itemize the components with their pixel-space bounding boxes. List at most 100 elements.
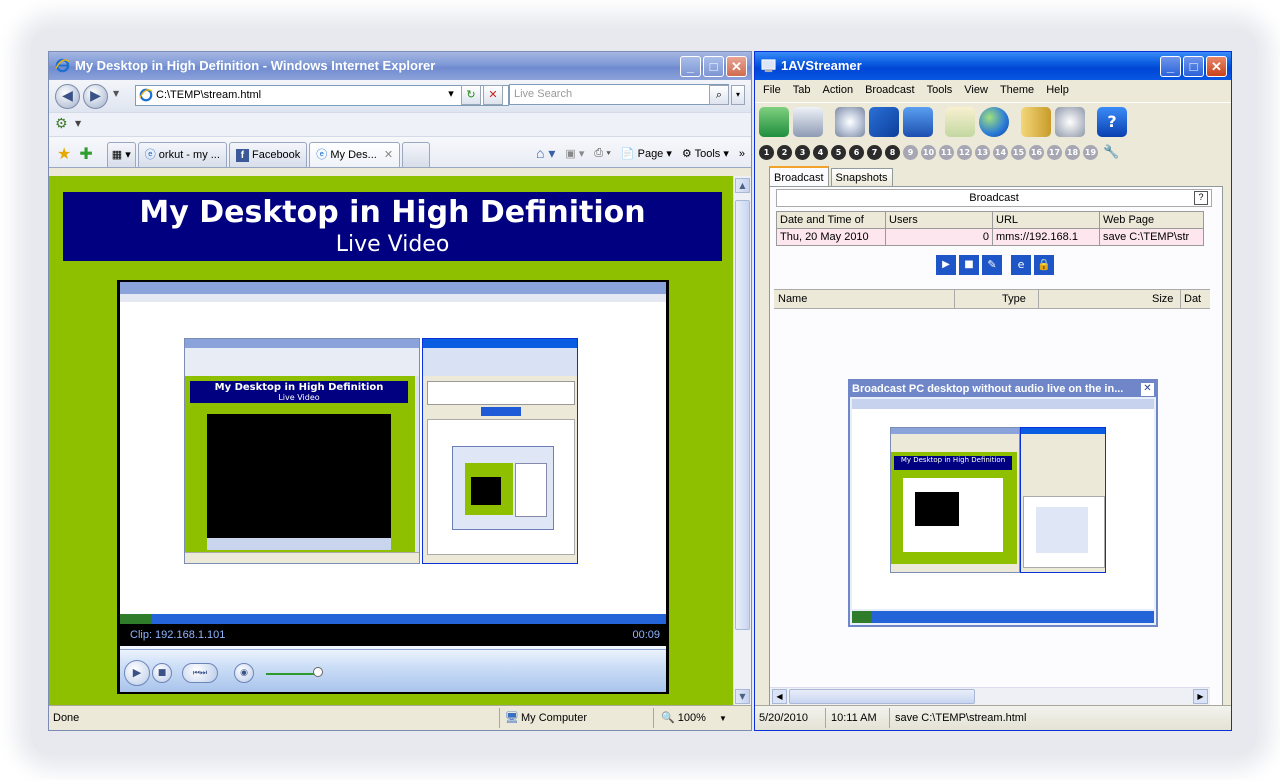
settings-gear-icon[interactable] [1055,106,1085,137]
book-icon[interactable] [1021,106,1051,137]
tab-snapshots[interactable]: Snapshots [830,168,893,186]
forward-button[interactable]: ▶ [83,84,108,109]
email-icon[interactable] [945,106,975,137]
maximize-button[interactable]: □ [1183,56,1204,77]
wrench-icon[interactable]: 🔧 [1103,145,1119,160]
page-menu[interactable]: 📄 Page ▾ [621,147,672,160]
search-options-icon[interactable]: ▾ [731,85,745,105]
quick-tabs-button[interactable]: ▦ ▾ [106,142,136,167]
source-17-icon[interactable]: 17 [1047,144,1062,160]
source-11-icon[interactable]: 11 [939,144,954,160]
webcam-icon[interactable] [835,106,865,137]
column-header-webpage[interactable]: Web Page [1099,211,1204,229]
column-header-type[interactable]: Type [1002,290,1026,308]
maximize-button[interactable]: □ [703,56,724,77]
chevron-right-icon[interactable]: » [739,148,745,160]
menu-action[interactable]: Action [816,80,859,100]
menu-view[interactable]: View [958,80,994,100]
column-header-size[interactable]: Size [1152,290,1173,308]
configure-icon[interactable]: ✎ [982,255,1002,275]
source-12-icon[interactable]: 12 [957,144,972,160]
preview-window[interactable]: Broadcast PC desktop without audio live … [848,379,1158,627]
column-header-users[interactable]: Users [885,211,993,229]
menu-tab[interactable]: Tab [787,80,817,100]
scroll-left-icon[interactable]: ◀ [772,689,787,704]
column-header-url[interactable]: URL [992,211,1100,229]
zoom-control[interactable]: 🔍 100% ▼ [661,706,727,730]
av-horizontal-scrollbar[interactable]: ◀ ▶ [770,687,1210,705]
source-9-icon[interactable]: 9 [903,144,918,160]
column-header-name[interactable]: Name [778,290,807,308]
refresh-icon[interactable]: ↻ [461,85,481,105]
menu-theme[interactable]: Theme [994,80,1040,100]
source-13-icon[interactable]: 13 [975,144,990,160]
tab-my-desktop[interactable]: ⓔ My Des... ✕ [309,142,401,167]
minimize-button[interactable]: _ [680,56,701,77]
address-dropdown-icon[interactable]: ▾ [441,85,461,105]
play-button[interactable]: ▶ [124,660,150,686]
ie-title-bar[interactable]: My Desktop in High Definition - Windows … [49,52,751,80]
column-header-date[interactable]: Dat [1184,290,1201,308]
favorites-star-icon[interactable]: ★ [57,144,71,163]
source-2-icon[interactable]: 2 [777,144,792,160]
open-icon[interactable] [759,106,789,137]
scroll-thumb[interactable] [735,200,750,630]
add-favorites-icon[interactable]: ✚ [79,144,92,163]
close-button[interactable]: ✕ [726,56,747,77]
tab-broadcast[interactable]: Broadcast [769,166,829,186]
search-input[interactable]: Live Search [509,84,729,105]
source-7-icon[interactable]: 7 [867,144,882,160]
print-icon[interactable]: ⎙ ▾ [594,147,610,160]
home-icon[interactable]: ⌂ ▾ [536,145,555,162]
source-16-icon[interactable]: 16 [1029,144,1044,160]
browser-icon[interactable]: e [1011,255,1031,275]
source-8-icon[interactable]: 8 [885,144,900,160]
prev-next-button[interactable]: ⏮⏭ [182,663,218,683]
scroll-thumb[interactable] [789,689,975,704]
globe-icon[interactable] [979,106,1009,137]
menu-file[interactable]: File [757,80,787,100]
tab-facebook[interactable]: f Facebook [228,142,308,167]
new-tab-button[interactable] [402,142,431,167]
source-4-icon[interactable]: 4 [813,144,828,160]
source-6-icon[interactable]: 6 [849,144,864,160]
scroll-down-icon[interactable]: ▼ [735,689,750,704]
stop-button[interactable]: ■ [959,255,979,275]
source-10-icon[interactable]: 10 [921,144,936,160]
search-icon[interactable]: ⌕ [709,85,729,105]
screens-icon[interactable] [869,106,899,137]
back-button[interactable]: ◀ [55,84,80,109]
scroll-right-icon[interactable]: ▶ [1193,689,1208,704]
source-18-icon[interactable]: 18 [1065,144,1080,160]
video-frame[interactable]: My Desktop in High Definition Live Video [120,282,666,614]
source-1-icon[interactable]: 1 [759,144,774,160]
help-button[interactable]: ? [1194,191,1208,205]
toolbar-icon[interactable]: ⚙ [55,116,68,132]
volume-knob[interactable] [313,667,323,677]
tab-orkut[interactable]: ⓔ orkut - my ... [137,142,227,167]
stop-button[interactable]: ■ [152,663,172,683]
monitor-icon[interactable] [903,106,933,137]
tools-menu[interactable]: ⚙ Tools ▾ [682,147,729,160]
history-dropdown-icon[interactable]: ▼ [113,89,119,98]
capture-icon[interactable] [793,106,823,137]
scroll-up-icon[interactable]: ▲ [735,178,750,193]
menu-tools[interactable]: Tools [921,80,959,100]
menu-broadcast[interactable]: Broadcast [859,80,921,100]
stop-icon[interactable]: ✕ [483,85,503,105]
column-header-date[interactable]: Date and Time of [776,211,886,229]
source-3-icon[interactable]: 3 [795,144,810,160]
av-title-bar[interactable]: 1AVStreamer _ □ ✕ [755,52,1231,80]
mute-icon[interactable]: ◉ [234,663,254,683]
preview-close-icon[interactable]: ✕ [1140,382,1155,397]
menu-help[interactable]: Help [1040,80,1075,100]
volume-slider[interactable] [266,667,326,677]
toolbar-dropdown-icon[interactable]: ▼ [75,119,81,128]
close-tab-icon[interactable]: ✕ [384,149,393,161]
source-19-icon[interactable]: 19 [1083,144,1098,160]
source-14-icon[interactable]: 14 [993,144,1008,160]
lock-icon[interactable]: 🔒 [1034,255,1054,275]
minimize-button[interactable]: _ [1160,56,1181,77]
table-row[interactable]: Thu, 20 May 2010 0 mms://192.168.1 save … [776,228,1204,246]
help-icon[interactable]: ? [1097,106,1127,137]
